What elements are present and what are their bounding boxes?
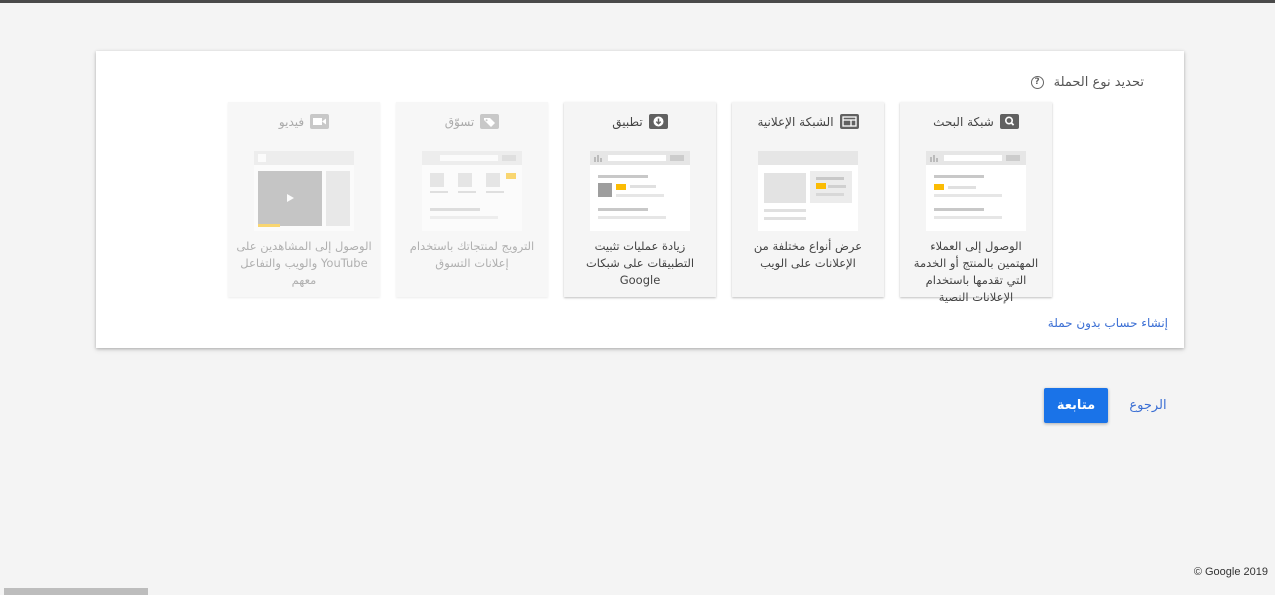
card-app-description: زيادة عمليات تثبيت التطبيقات على شبكات G…	[585, 239, 695, 287]
display-ad-illustration	[758, 151, 858, 231]
card-display[interactable]: الشبكة الإعلانية عرض أنواع مختلفة من الإ…	[732, 102, 884, 297]
campaign-type-heading: تحديد نوع الحملة ?	[1030, 75, 1144, 90]
card-display-title-label: الشبكة الإعلانية	[757, 114, 834, 129]
horizontal-scrollbar[interactable]	[4, 588, 148, 595]
campaign-type-heading-label: تحديد نوع الحملة	[1053, 75, 1144, 90]
card-video-title: فيديو	[228, 114, 380, 129]
card-app-title-label: تطبيق	[612, 114, 643, 129]
create-account-without-campaign-link[interactable]: إنشاء حساب بدون حملة	[1048, 316, 1168, 330]
footer-copyright: © Google 2019	[1193, 566, 1268, 578]
card-search-title: شبكة البحث	[900, 114, 1052, 129]
card-search-description: الوصول إلى العملاء المهتمين بالمنتج أو ا…	[913, 239, 1039, 304]
card-display-title: الشبكة الإعلانية	[732, 114, 884, 129]
card-shopping-title: تسوّق	[396, 114, 548, 129]
card-app[interactable]: تطبيق زيادة عمليات تثبيت التطبيقات على ش…	[564, 102, 716, 297]
display-icon	[839, 114, 859, 129]
video-camera-icon	[310, 114, 330, 129]
back-button[interactable]: الرجوع	[1124, 388, 1172, 423]
card-video-title-label: فيديو	[278, 114, 305, 129]
search-ad-illustration	[926, 151, 1026, 231]
tag-icon	[480, 114, 500, 129]
card-shopping: تسوّق الترويج لمنتجاتك باستخدام إعلانات …	[396, 102, 548, 297]
shopping-ad-illustration	[422, 151, 522, 231]
continue-button[interactable]: متابعة	[1044, 388, 1108, 423]
video-ad-illustration	[254, 151, 354, 231]
search-icon	[999, 114, 1019, 129]
card-search[interactable]: شبكة البحث الوصول إلى العملاء المهتمين ب…	[900, 102, 1052, 304]
top-bar	[0, 0, 1275, 3]
campaign-type-panel: تحديد نوع الحملة ? شبكة البحث الوصول إلى…	[96, 51, 1184, 348]
card-display-description: عرض أنواع مختلفة من الإعلانات على الويب	[753, 239, 863, 270]
card-video: فيديو الوصول إلى المشاهدين على YouTube و…	[228, 102, 380, 297]
card-app-title: تطبيق	[564, 114, 716, 129]
card-search-title-label: شبكة البحث	[933, 114, 994, 129]
help-circle-icon[interactable]: ?	[1030, 76, 1044, 89]
card-shopping-title-label: تسوّق	[444, 114, 475, 129]
download-icon	[648, 114, 668, 129]
app-ad-illustration	[590, 151, 690, 231]
card-video-description: الوصول إلى المشاهدين على YouTube والويب …	[236, 239, 372, 287]
card-shopping-description: الترويج لمنتجاتك باستخدام إعلانات التسوق	[409, 239, 535, 270]
